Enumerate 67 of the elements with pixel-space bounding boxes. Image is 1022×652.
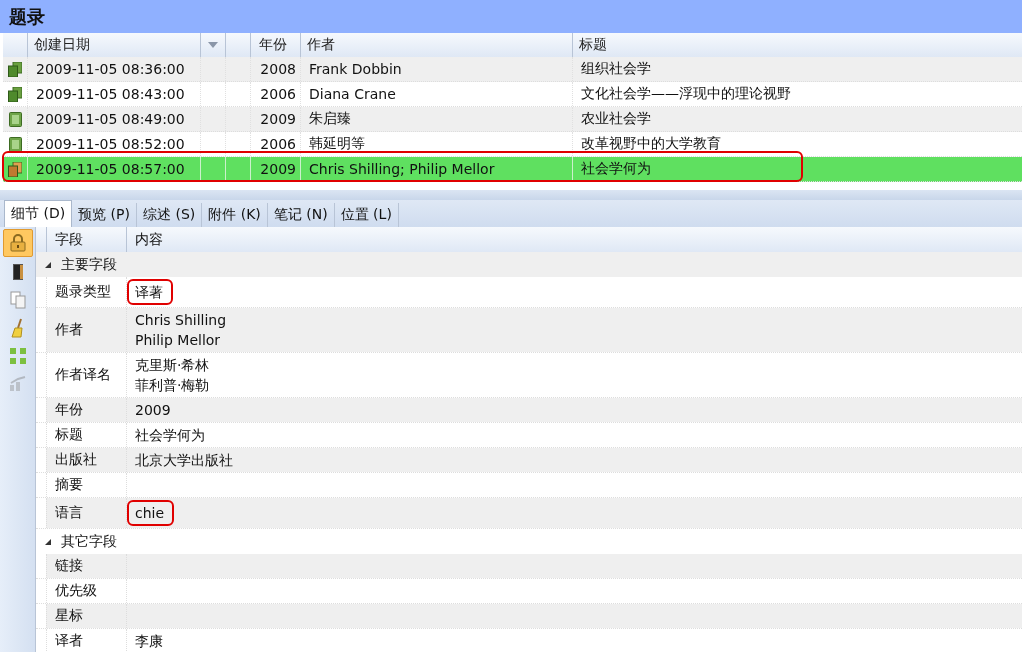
book-icon (8, 111, 22, 127)
field-value: 克里斯·希林 (135, 356, 211, 375)
field-label: 语言 (55, 504, 83, 522)
field-label: 优先级 (55, 582, 97, 600)
title-cell: 社会学何为 (581, 160, 651, 178)
field-value: 社会学何为 (135, 426, 206, 445)
title-cell: 农业社会学 (581, 110, 651, 128)
author-cell: Chris Shilling; Philip Mellor (309, 161, 495, 177)
expander-icon[interactable] (44, 260, 52, 269)
field-label: 标题 (55, 426, 83, 444)
copy-icon[interactable] (9, 291, 26, 309)
year-cell: 2009 (260, 161, 296, 177)
year-cell: 2006 (260, 136, 296, 152)
field-label: 译者 (55, 632, 83, 650)
field-value: 李康 (135, 632, 164, 651)
field-label: 作者 (55, 321, 83, 339)
list-row[interactable]: 2009-11-05 08:49:00 2009 朱启臻 农业社会学 (3, 107, 1022, 132)
field-value: 2009 (135, 401, 172, 420)
date-cell: 2009-11-05 08:43:00 (36, 86, 185, 102)
field-label: 摘要 (55, 476, 83, 494)
field-value: Philip Mellor (135, 331, 222, 350)
field-label: 题录类型 (55, 283, 111, 301)
column-header[interactable]: 年份 (259, 36, 287, 54)
date-cell: 2009-11-05 08:49:00 (36, 111, 185, 127)
column-header[interactable]: 字段 (55, 230, 83, 249)
title-cell: 组织社会学 (581, 60, 651, 78)
year-cell: 2009 (260, 111, 296, 127)
dropdown-arrow-icon[interactable] (208, 42, 218, 48)
lock-icon[interactable] (8, 234, 27, 252)
year-cell: 2006 (260, 86, 296, 102)
books-icon (8, 86, 22, 102)
tab[interactable]: 细节 (D) (4, 200, 73, 227)
field-label: 链接 (55, 557, 83, 575)
author-cell: 韩延明等 (309, 135, 365, 153)
column-header[interactable]: 内容 (135, 230, 163, 249)
expander-icon[interactable] (44, 537, 52, 546)
field-value: chie (135, 504, 165, 523)
author-cell: Frank Dobbin (309, 61, 402, 77)
group-label: 主要字段 (61, 255, 117, 274)
date-cell: 2009-11-05 08:52:00 (36, 136, 185, 152)
author-cell: 朱启臻 (309, 110, 351, 128)
date-cell: 2009-11-05 08:57:00 (36, 161, 185, 177)
date-cell: 2009-11-05 08:36:00 (36, 61, 185, 77)
field-value: 菲利普·梅勒 (135, 376, 211, 395)
field-label: 出版社 (55, 451, 97, 469)
field-value: 译著 (135, 283, 163, 302)
grid-icon[interactable] (8, 347, 27, 365)
year-cell: 2008 (260, 61, 296, 77)
books-icon (8, 161, 22, 177)
author-cell: Diana Crane (309, 86, 396, 102)
column-header[interactable]: 标题 (579, 36, 607, 54)
group-label: 其它字段 (61, 532, 117, 551)
book-icon (8, 136, 22, 152)
list-row[interactable]: 2009-11-05 08:36:00 2008 Frank Dobbin 组织社会学 (3, 57, 1022, 82)
list-row[interactable]: 2009-11-05 08:57:00 2009 Chris Shilling; Philip Mellor 社会学何为 (3, 157, 1022, 182)
title-cell: 文化社会学——浮现中的理论视野 (581, 85, 791, 103)
title-cell: 改革视野中的大学教育 (581, 135, 721, 153)
field-value: Chris Shilling (135, 311, 228, 330)
column-header[interactable]: 创建日期 (34, 36, 90, 54)
broom-icon[interactable] (9, 318, 26, 338)
field-label: 年份 (55, 401, 83, 419)
field-label: 作者译名 (55, 366, 111, 384)
field-label: 星标 (55, 607, 83, 625)
panel-title: 题录 (9, 4, 45, 29)
books-icon (8, 61, 22, 77)
field-value: 北京大学出版社 (135, 451, 234, 470)
column-header[interactable]: 作者 (307, 36, 335, 54)
